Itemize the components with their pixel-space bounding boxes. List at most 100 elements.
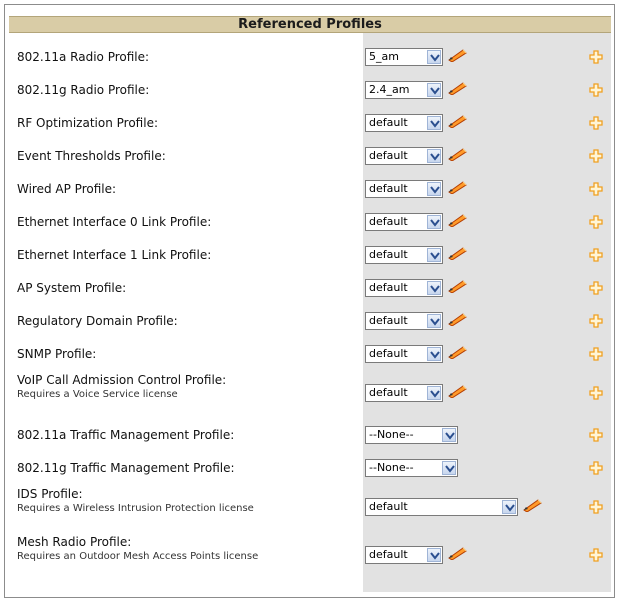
chevron-down-icon[interactable]: [502, 500, 516, 514]
profile-row: AP System Profile: default: [9, 271, 611, 304]
profile-select[interactable]: --None--: [365, 426, 458, 444]
profile-select[interactable]: default: [365, 384, 443, 402]
profile-label: VoIP Call Admission Control Profile:: [17, 373, 227, 387]
chevron-down-icon[interactable]: [427, 83, 441, 97]
profile-select[interactable]: default: [365, 546, 443, 564]
profile-row: Ethernet Interface 0 Link Profile: defaul…: [9, 205, 611, 238]
profile-label: Ethernet Interface 0 Link Profile:: [17, 215, 212, 229]
profile-row: VoIP Call Admission Control Profile: Requ…: [9, 370, 611, 418]
profile-label: 802.11g Radio Profile:: [17, 83, 150, 97]
profile-row: Event Thresholds Profile: default: [9, 139, 611, 172]
profile-label: Regulatory Domain Profile:: [17, 314, 178, 328]
select-value: default: [369, 281, 408, 294]
pencil-icon[interactable]: [447, 383, 467, 399]
select-value: default: [369, 116, 408, 129]
chevron-down-icon[interactable]: [427, 50, 441, 64]
profile-select[interactable]: default: [365, 246, 443, 264]
plus-icon[interactable]: [589, 313, 603, 328]
profile-label: Wired AP Profile:: [17, 182, 117, 196]
profile-row: IDS Profile: Requires a Wireless Intrusio…: [9, 484, 611, 532]
select-value: 2.4_am: [369, 83, 410, 96]
license-note: Requires an Outdoor Mesh Access Points l…: [17, 551, 259, 562]
profile-row: 802.11g Traffic Management Profile: --Non…: [9, 451, 611, 484]
plus-icon[interactable]: [589, 346, 603, 361]
pencil-icon[interactable]: [447, 344, 467, 360]
pencil-icon[interactable]: [447, 545, 467, 561]
pencil-icon[interactable]: [447, 80, 467, 96]
plus-icon[interactable]: [589, 547, 603, 562]
plus-icon[interactable]: [589, 460, 603, 475]
profile-row: RF Optimization Profile: default: [9, 106, 611, 139]
plus-icon[interactable]: [589, 247, 603, 262]
profile-row: 802.11g Radio Profile: 2.4_am: [9, 73, 611, 106]
profile-select[interactable]: default: [365, 279, 443, 297]
profile-row: SNMP Profile: default: [9, 337, 611, 370]
profile-label: AP System Profile:: [17, 281, 127, 295]
section-header: Referenced Profiles: [9, 16, 611, 33]
select-value: default: [369, 248, 408, 261]
chevron-down-icon[interactable]: [442, 461, 456, 475]
profile-row: 802.11a Radio Profile: 5_am: [9, 40, 611, 73]
profile-label: RF Optimization Profile:: [17, 116, 158, 130]
profile-label: 802.11a Radio Profile:: [17, 50, 150, 64]
profile-select[interactable]: default: [365, 114, 443, 132]
plus-icon[interactable]: [589, 214, 603, 229]
profile-label: IDS Profile:: [17, 487, 83, 501]
profile-row: Ethernet Interface 1 Link Profile: defaul…: [9, 238, 611, 271]
chevron-down-icon[interactable]: [427, 116, 441, 130]
profile-label: Mesh Radio Profile:: [17, 535, 132, 549]
chevron-down-icon[interactable]: [427, 182, 441, 196]
chevron-down-icon[interactable]: [427, 248, 441, 262]
select-value: default: [369, 314, 408, 327]
profile-select[interactable]: default: [365, 312, 443, 330]
profile-label: Event Thresholds Profile:: [17, 149, 166, 163]
chevron-down-icon[interactable]: [427, 149, 441, 163]
profile-select[interactable]: default: [365, 180, 443, 198]
pencil-icon[interactable]: [447, 311, 467, 327]
plus-icon[interactable]: [589, 115, 603, 130]
chevron-down-icon[interactable]: [427, 281, 441, 295]
pencil-icon[interactable]: [447, 146, 467, 162]
chevron-down-icon[interactable]: [427, 314, 441, 328]
select-value: default: [369, 149, 408, 162]
plus-icon[interactable]: [589, 499, 603, 514]
chevron-down-icon[interactable]: [427, 215, 441, 229]
pencil-icon[interactable]: [447, 278, 467, 294]
license-note: Requires a Voice Service license: [17, 389, 178, 400]
profile-select[interactable]: default: [365, 213, 443, 231]
profile-select[interactable]: --None--: [365, 459, 458, 477]
pencil-icon[interactable]: [447, 113, 467, 129]
select-value: default: [369, 182, 408, 195]
profile-select[interactable]: default: [365, 147, 443, 165]
select-value: --None--: [369, 428, 414, 441]
plus-icon[interactable]: [589, 385, 603, 400]
profile-row: Regulatory Domain Profile: default: [9, 304, 611, 337]
profile-label: Ethernet Interface 1 Link Profile:: [17, 248, 212, 262]
profile-select[interactable]: default: [365, 345, 443, 363]
chevron-down-icon[interactable]: [442, 428, 456, 442]
profile-label: 802.11a Traffic Management Profile:: [17, 428, 235, 442]
select-value: default: [369, 548, 408, 561]
plus-icon[interactable]: [589, 427, 603, 442]
profile-select[interactable]: 5_am: [365, 48, 443, 66]
pencil-icon[interactable]: [447, 47, 467, 63]
plus-icon[interactable]: [589, 280, 603, 295]
license-note: Requires a Wireless Intrusion Protection…: [17, 503, 254, 514]
pencil-icon[interactable]: [447, 245, 467, 261]
profile-select[interactable]: 2.4_am: [365, 81, 443, 99]
chevron-down-icon[interactable]: [427, 347, 441, 361]
chevron-down-icon[interactable]: [427, 548, 441, 562]
plus-icon[interactable]: [589, 49, 603, 64]
select-value: --None--: [369, 461, 414, 474]
pencil-icon[interactable]: [447, 179, 467, 195]
select-value: default: [369, 386, 408, 399]
select-value: default: [369, 347, 408, 360]
pencil-icon[interactable]: [522, 497, 542, 513]
plus-icon[interactable]: [589, 181, 603, 196]
plus-icon[interactable]: [589, 82, 603, 97]
chevron-down-icon[interactable]: [427, 386, 441, 400]
profile-select[interactable]: default: [365, 498, 518, 516]
select-value: default: [369, 215, 408, 228]
plus-icon[interactable]: [589, 148, 603, 163]
pencil-icon[interactable]: [447, 212, 467, 228]
